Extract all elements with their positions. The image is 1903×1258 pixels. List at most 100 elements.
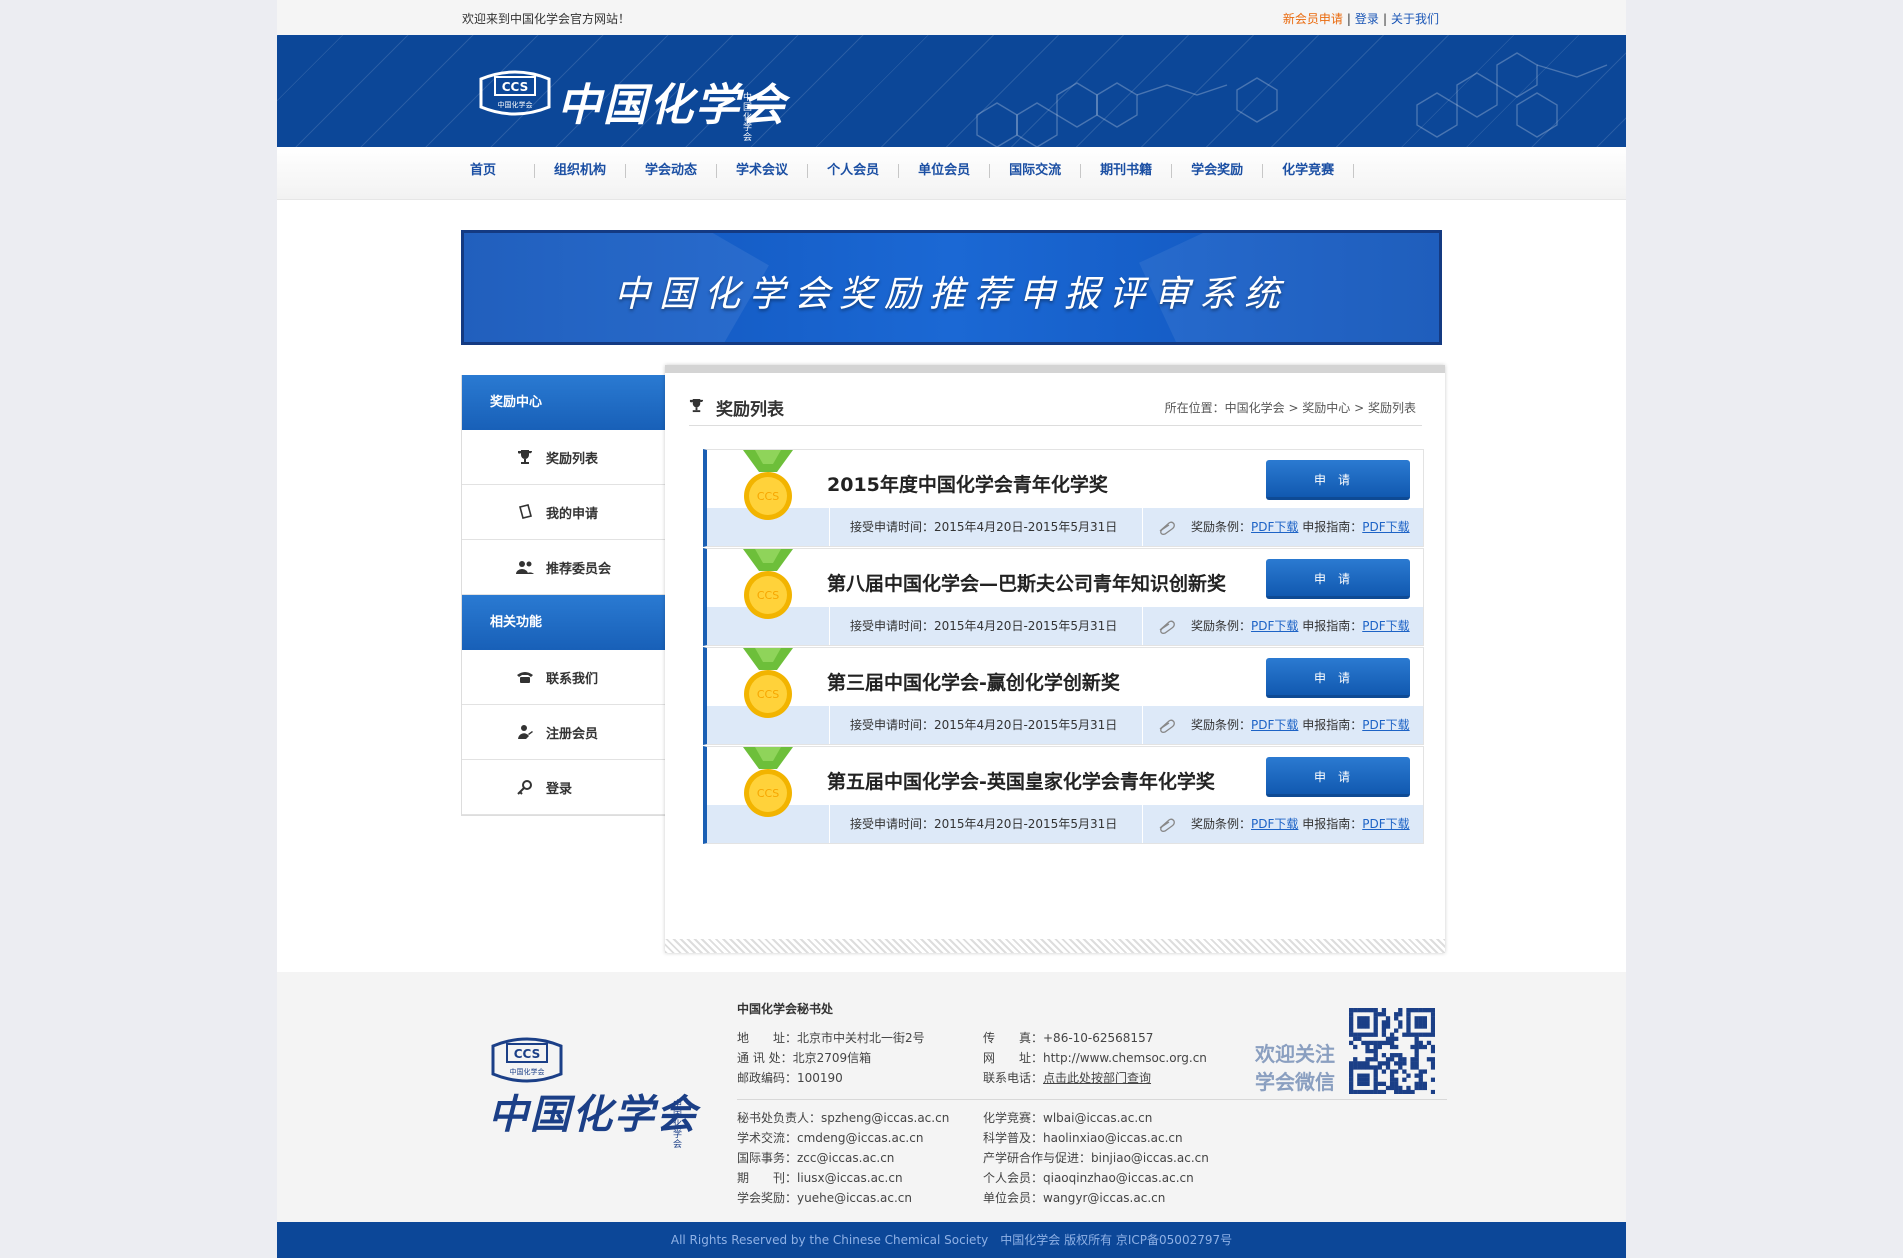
rules-pdf-link[interactable]: PDF下载 xyxy=(1251,520,1298,534)
award-name: 2015年度中国化学会青年化学奖 xyxy=(827,474,1108,496)
footer-email-item: 期 刊：liusx@iccas.ac.cn xyxy=(737,1171,903,1185)
application-period: 接受申请时间：2015年4月20日-2015年5月31日 xyxy=(850,718,1118,732)
footer-email-item: 科学普及：haolinxiao@iccas.ac.cn xyxy=(983,1131,1183,1145)
logo-abbr: CCS xyxy=(514,1047,540,1061)
paperclip-icon xyxy=(1159,521,1175,535)
nav-item-5[interactable]: 单位会员 xyxy=(899,164,991,178)
user-add-icon xyxy=(516,723,534,741)
footer-phone-link[interactable]: 点击此处按部门查询 xyxy=(1043,1071,1151,1085)
footer-emails-right: 化学竞赛：wlbai@iccas.ac.cn 科学普及：haolinxiao@ic… xyxy=(983,1108,1209,1208)
ccs-logo-icon[interactable]: CCS 中国化学会 xyxy=(477,65,553,121)
sidebar: 奖励中心 奖励列表 我的申请 推荐委员会 相关功能 联系我们 注册会员 登录 xyxy=(461,375,668,816)
new-member-link[interactable]: 新会员申请 xyxy=(1283,12,1343,26)
system-banner: 中国化学会奖励推荐申报评审系统 xyxy=(461,230,1442,345)
download-links: 奖励条例：PDF下载 申报指南：PDF下载 xyxy=(1191,815,1410,832)
award-list-panel: 奖励列表 所在位置：中国化学会 > 奖励中心 > 奖励列表 CCS 2015年度… xyxy=(665,365,1445,953)
nav-list: 首页 组织机构 学会动态 学术会议 个人会员 单位会员 国际交流 期刊书籍 学会奖励 化学竞赛 xyxy=(462,164,1355,178)
sidebar-item-register[interactable]: 注册会员 xyxy=(462,705,667,760)
apply-button[interactable]: 申请 xyxy=(1266,757,1410,797)
nav-item-4[interactable]: 个人会员 xyxy=(808,164,900,178)
guide-pdf-link[interactable]: PDF下载 xyxy=(1362,619,1409,633)
footer-email-item: 产学研合作与促进：binjiao@iccas.ac.cn xyxy=(983,1151,1209,1165)
footer-emails-left: 秘书处负责人：spzheng@iccas.ac.cn 学术交流：cmdeng@ic… xyxy=(737,1108,949,1208)
about-link[interactable]: 关于我们 xyxy=(1391,12,1439,26)
apply-button[interactable]: 申请 xyxy=(1266,658,1410,698)
footer-email-item: 秘书处负责人：spzheng@iccas.ac.cn xyxy=(737,1111,950,1125)
logo-small-text: 中国化学会 xyxy=(743,93,753,143)
sidebar-item-committee[interactable]: 推荐委员会 xyxy=(462,540,667,595)
sidebar-item-login[interactable]: 登录 xyxy=(462,760,667,815)
footer-title: 中国化学会秘书处 xyxy=(737,1002,834,1016)
nav-item-7[interactable]: 期刊书籍 xyxy=(1081,164,1173,178)
rules-label: 奖励条例： xyxy=(1191,520,1252,534)
sidebar-item-contact[interactable]: 联系我们 xyxy=(462,650,667,705)
trophy-icon xyxy=(516,448,534,466)
medal-icon: CCS xyxy=(743,648,793,718)
rules-label: 奖励条例： xyxy=(1191,718,1252,732)
trophy-icon xyxy=(689,398,704,418)
download-links: 奖励条例：PDF下载 申报指南：PDF下载 xyxy=(1191,617,1410,634)
users-icon xyxy=(516,558,534,576)
footer-mail: 通 讯 处：北京2709信箱 xyxy=(737,1051,872,1065)
molecule-decoration xyxy=(976,52,1608,147)
panel-header: 奖励列表 所在位置：中国化学会 > 奖励中心 > 奖励列表 xyxy=(689,383,1422,426)
footer-postcode: 邮政编码：100190 xyxy=(737,1071,843,1085)
sidebar-item-award-list[interactable]: 奖励列表 xyxy=(462,430,667,485)
award-name: 第五届中国化学会-英国皇家化学会青年化学奖 xyxy=(827,771,1215,793)
nav-item-9[interactable]: 化学竞赛 xyxy=(1263,164,1355,178)
guide-label: 申报指南： xyxy=(1302,619,1363,633)
footer-logo-small: 中国化学会 xyxy=(673,1100,683,1150)
sidebar-section-awards: 奖励中心 xyxy=(462,375,667,430)
apply-button[interactable]: 申请 xyxy=(1266,460,1410,500)
footer-contact-block: 传 真：+86-10-62568157 网 址：http://www.chems… xyxy=(983,1028,1207,1088)
footer-website[interactable]: 网 址：http://www.chemsoc.org.cn xyxy=(983,1048,1207,1068)
copyright-bar: All Rights Reserved by the Chinese Chemi… xyxy=(277,1222,1626,1258)
sidebar-item-label: 我的申请 xyxy=(546,506,599,522)
wechat-qr-code xyxy=(1349,1008,1435,1094)
sidebar-item-label: 注册会员 xyxy=(546,726,599,742)
footer-phone: 联系电话：点击此处按部门查询 xyxy=(983,1068,1207,1088)
application-period: 接受申请时间：2015年4月20日-2015年5月31日 xyxy=(850,817,1118,831)
sidebar-item-label: 推荐委员会 xyxy=(546,561,612,577)
award-name: 第三届中国化学会-赢创化学创新奖 xyxy=(827,672,1120,694)
nav-item-2[interactable]: 学会动态 xyxy=(626,164,718,178)
login-link[interactable]: 登录 xyxy=(1355,12,1379,26)
nav-item-8[interactable]: 学会奖励 xyxy=(1172,164,1264,178)
follow-line-2: 学会微信 xyxy=(1255,1070,1335,1094)
paperclip-icon xyxy=(1159,818,1175,832)
nav-item-1[interactable]: 组织机构 xyxy=(535,164,627,178)
rules-pdf-link[interactable]: PDF下载 xyxy=(1251,718,1298,732)
footer-address-block: 地 址：北京市中关村北一街2号 通 讯 处：北京2709信箱 邮政编码：1001… xyxy=(737,1028,925,1088)
wechat-follow-text: 欢迎关注 学会微信 xyxy=(1255,1040,1335,1096)
nav-item-3[interactable]: 学术会议 xyxy=(717,164,809,178)
guide-pdf-link[interactable]: PDF下载 xyxy=(1362,520,1409,534)
phone-icon xyxy=(516,668,534,686)
medal-text: CCS xyxy=(757,787,779,800)
medal-text: CCS xyxy=(757,490,779,503)
footer-email-item: 学术交流：cmdeng@iccas.ac.cn xyxy=(737,1131,924,1145)
nav-item-6[interactable]: 国际交流 xyxy=(990,164,1082,178)
application-period: 接受申请时间：2015年4月20日-2015年5月31日 xyxy=(850,520,1118,534)
footer-fax: 传 真：+86-10-62568157 xyxy=(983,1031,1154,1045)
medal-text: CCS xyxy=(757,589,779,602)
sidebar-section-functions: 相关功能 xyxy=(462,595,667,650)
sidebar-item-my-application[interactable]: 我的申请 xyxy=(462,485,667,540)
award-row: CCS 第三届中国化学会-赢创化学创新奖 申请 接受申请时间：2015年4月20… xyxy=(703,647,1424,745)
apply-button[interactable]: 申请 xyxy=(1266,559,1410,599)
download-links: 奖励条例：PDF下载 申报指南：PDF下载 xyxy=(1191,518,1410,535)
rules-pdf-link[interactable]: PDF下载 xyxy=(1251,619,1298,633)
application-period: 接受申请时间：2015年4月20日-2015年5月31日 xyxy=(850,619,1118,633)
ccs-logo-icon: CCS 中国化学会 xyxy=(491,1037,563,1083)
rules-label: 奖励条例： xyxy=(1191,619,1252,633)
rules-pdf-link[interactable]: PDF下载 xyxy=(1251,817,1298,831)
guide-label: 申报指南： xyxy=(1302,520,1363,534)
guide-pdf-link[interactable]: PDF下载 xyxy=(1362,718,1409,732)
main-nav: 首页 组织机构 学会动态 学术会议 个人会员 单位会员 国际交流 期刊书籍 学会奖励 化学竞赛 xyxy=(277,147,1626,200)
page-title: 奖励列表 xyxy=(689,395,784,420)
page-title-text: 奖励列表 xyxy=(716,400,784,420)
sidebar-item-label: 登录 xyxy=(546,781,573,797)
footer-email-item: 化学竞赛：wlbai@iccas.ac.cn xyxy=(983,1111,1153,1125)
guide-pdf-link[interactable]: PDF下载 xyxy=(1362,817,1409,831)
medal-text: CCS xyxy=(757,688,779,701)
nav-item-0[interactable]: 首页 xyxy=(462,164,536,178)
